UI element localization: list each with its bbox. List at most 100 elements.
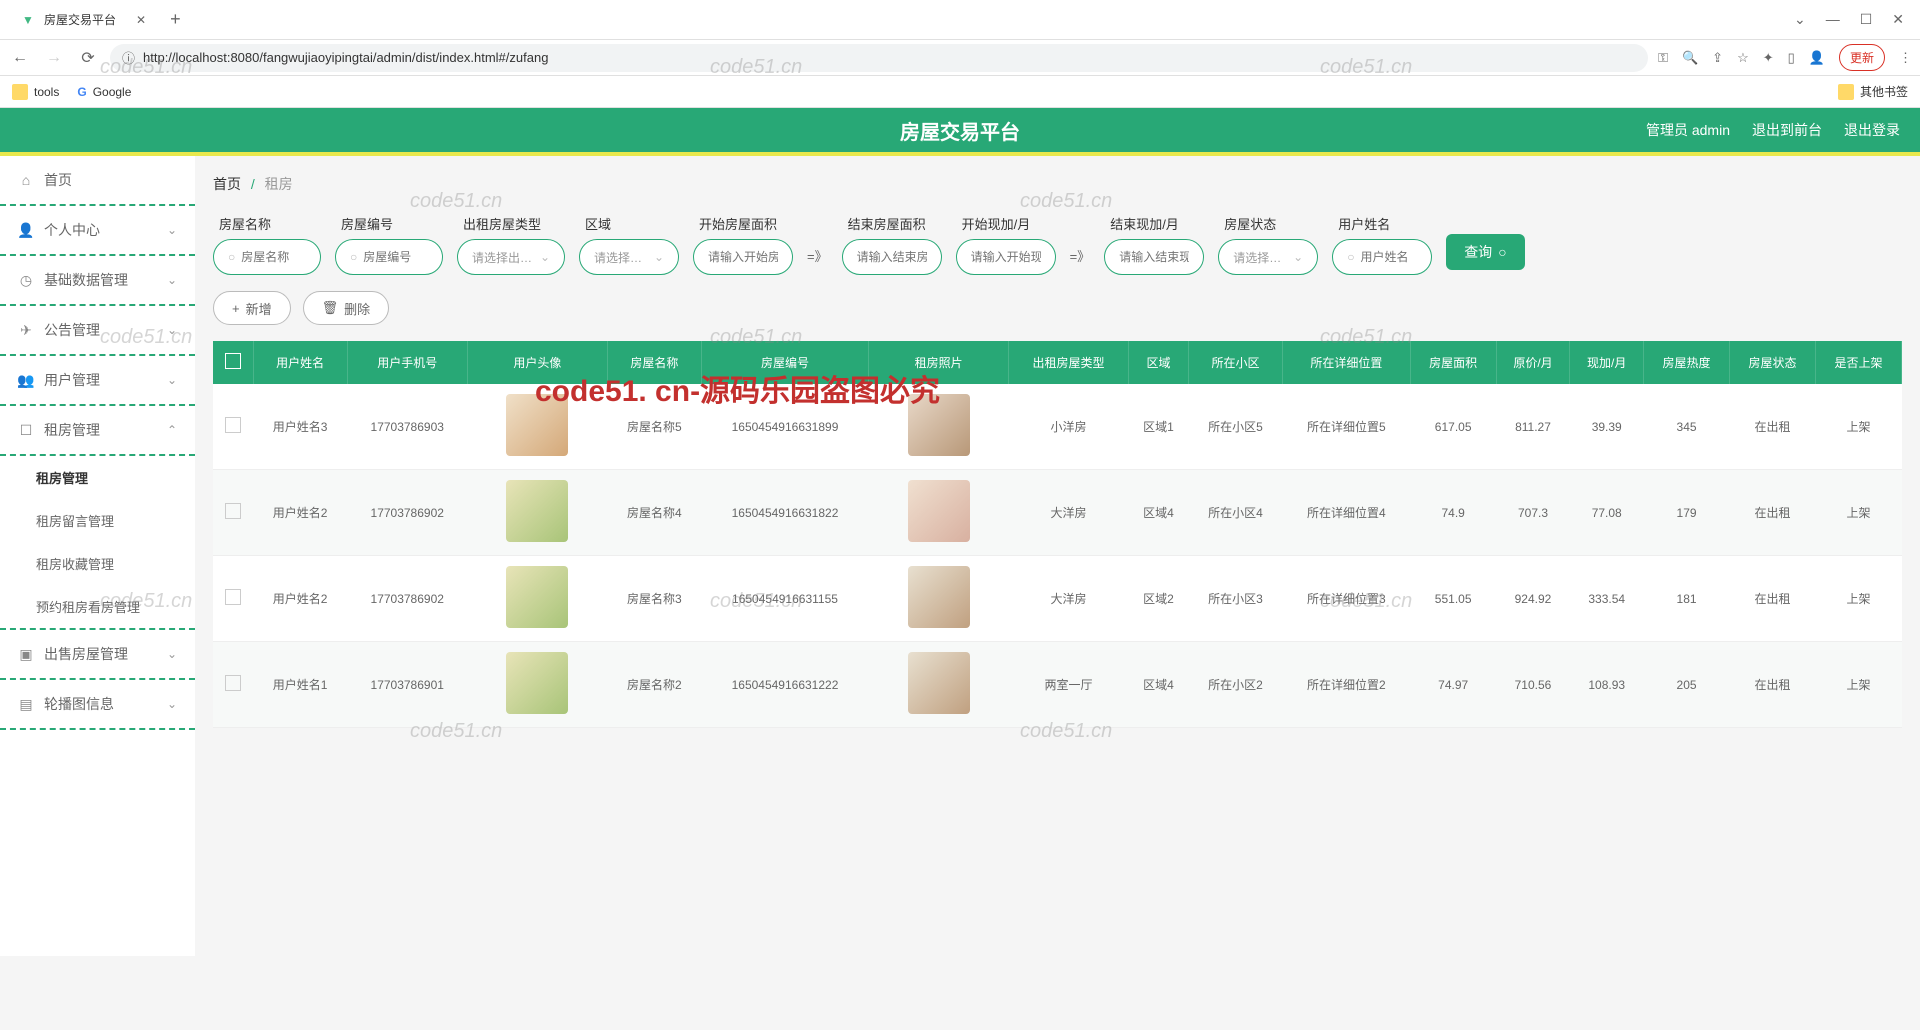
- query-button[interactable]: 查询○: [1446, 234, 1524, 270]
- sidebar-item-rent-manage[interactable]: 租房管理: [0, 456, 195, 499]
- exit-front-link[interactable]: 退出到前台: [1752, 120, 1822, 140]
- sidebar-item-basic-data[interactable]: ◷基础数据管理 ⌄: [0, 256, 195, 306]
- sidebar-item-notice[interactable]: ✈公告管理 ⌄: [0, 306, 195, 356]
- main-layout: ⌂首页 👤 个人中心 ⌄ ◷基础数据管理 ⌄ ✈公告管理 ⌄ 👥用户管理 ⌄ ☐租…: [0, 156, 1920, 956]
- end-price-input[interactable]: [1104, 239, 1204, 275]
- cell-house-name: 房屋名称4: [607, 470, 701, 556]
- button-label: 新增: [246, 299, 272, 318]
- col-avatar: 用户头像: [467, 341, 607, 384]
- share-icon[interactable]: ⇪: [1712, 50, 1723, 66]
- close-icon[interactable]: ✕: [136, 13, 146, 27]
- sidebar-item-rent[interactable]: ☐租房管理 ⌃: [0, 406, 195, 456]
- trash-icon: 🗑: [322, 300, 339, 316]
- reload-icon[interactable]: ⟳: [76, 48, 100, 68]
- row-checkbox[interactable]: [213, 556, 253, 642]
- maximize-icon[interactable]: ☐: [1860, 11, 1873, 28]
- label-user-name: 用户姓名: [1332, 214, 1432, 233]
- bookmark-google[interactable]: G Google: [77, 85, 131, 99]
- avatar-image: [506, 394, 568, 456]
- end-area-input[interactable]: [842, 239, 942, 275]
- chevron-down-icon[interactable]: ⌄: [1794, 11, 1806, 28]
- update-button[interactable]: 更新: [1839, 44, 1885, 71]
- row-checkbox[interactable]: [213, 470, 253, 556]
- sidebar-item-sale[interactable]: ▣出售房屋管理 ⌄: [0, 628, 195, 680]
- cell-cur-price: 39.39: [1570, 384, 1644, 470]
- cell-orig-price: 924.92: [1496, 556, 1570, 642]
- bookmark-tools[interactable]: tools: [12, 84, 59, 100]
- new-tab-icon[interactable]: +: [170, 9, 181, 30]
- exit-login-link[interactable]: 退出登录: [1844, 120, 1900, 140]
- cell-house-name: 房屋名称3: [607, 556, 701, 642]
- cell-avatar: [467, 384, 607, 470]
- cell-region: 区域2: [1128, 556, 1188, 642]
- cell-region: 区域4: [1128, 470, 1188, 556]
- forward-icon[interactable]: →: [42, 49, 66, 67]
- cell-cur-price: 77.08: [1570, 470, 1644, 556]
- start-area-input[interactable]: [693, 239, 793, 275]
- close-window-icon[interactable]: ✕: [1892, 11, 1904, 28]
- url-text: http://localhost:8080/fangwujiaoyipingta…: [143, 50, 548, 65]
- panel-icon[interactable]: ▯: [1788, 50, 1795, 66]
- cell-house-name: 房屋名称5: [607, 384, 701, 470]
- chevron-down-icon: ⌄: [167, 273, 177, 287]
- sidebar-item-personal[interactable]: 👤 个人中心 ⌄: [0, 206, 195, 256]
- chevron-down-icon: ⌄: [167, 223, 177, 237]
- monitor-icon: ▣: [18, 646, 34, 662]
- button-label: 查询: [1464, 242, 1492, 262]
- region-select[interactable]: 请选择区域⌄: [579, 239, 679, 275]
- checkbox-header[interactable]: [213, 341, 253, 384]
- key-icon[interactable]: ⚿: [1658, 50, 1668, 66]
- sidebar-item-users[interactable]: 👥用户管理 ⌄: [0, 356, 195, 406]
- cell-region: 区域4: [1128, 642, 1188, 728]
- user-name-input[interactable]: ○: [1332, 239, 1432, 275]
- house-no-input[interactable]: ○: [335, 239, 443, 275]
- sidebar-item-rent-message[interactable]: 租房留言管理: [0, 499, 195, 542]
- add-button[interactable]: +新增: [213, 291, 291, 325]
- house-name-input[interactable]: ○: [213, 239, 321, 275]
- house-photo: [908, 566, 970, 628]
- rent-type-select[interactable]: 请选择出租房屋类型⌄: [457, 239, 565, 275]
- delete-button[interactable]: 🗑删除: [303, 291, 390, 325]
- row-checkbox[interactable]: [213, 384, 253, 470]
- chevron-down-icon: ⌄: [540, 250, 550, 264]
- users-icon: 👥: [18, 372, 34, 388]
- table-header-row: 用户姓名 用户手机号 用户头像 房屋名称 房屋编号 租房照片 出租房屋类型 区域…: [213, 341, 1902, 384]
- profile-icon[interactable]: 👤: [1809, 50, 1825, 66]
- table-row: 用户姓名2 17703786902 房屋名称3 1650454916631155…: [213, 556, 1902, 642]
- row-checkbox[interactable]: [213, 642, 253, 728]
- cell-photo: [869, 384, 1009, 470]
- label-end-price: 结束现加/月: [1104, 214, 1204, 233]
- house-status-select[interactable]: 请选择房屋状态⌄: [1218, 239, 1318, 275]
- minimize-icon[interactable]: —: [1826, 11, 1840, 28]
- sidebar-item-rent-appointment[interactable]: 预约租房看房管理: [0, 585, 195, 628]
- breadcrumb-home[interactable]: 首页: [213, 176, 241, 192]
- browser-tab[interactable]: ▼ 房屋交易平台 ✕: [8, 4, 158, 36]
- back-icon[interactable]: ←: [8, 49, 32, 67]
- cell-status: 在出租: [1730, 556, 1816, 642]
- url-input[interactable]: ⓘ http://localhost:8080/fangwujiaoyiping…: [110, 44, 1648, 72]
- star-icon[interactable]: ☆: [1737, 50, 1749, 66]
- cell-house-name: 房屋名称2: [607, 642, 701, 728]
- filter-bar: 房屋名称○ 房屋编号○ 出租房屋类型请选择出租房屋类型⌄ 区域请选择区域⌄ 开始…: [213, 214, 1902, 275]
- bookmark-label: tools: [34, 85, 59, 99]
- sidebar-item-rent-favorite[interactable]: 租房收藏管理: [0, 542, 195, 585]
- start-price-input[interactable]: [956, 239, 1056, 275]
- label-region: 区域: [579, 214, 679, 233]
- cell-house-no: 1650454916631899: [701, 384, 868, 470]
- breadcrumb-sep: /: [251, 176, 255, 192]
- col-status: 房屋状态: [1730, 341, 1816, 384]
- label-rent-type: 出租房屋类型: [457, 214, 565, 233]
- zoom-icon[interactable]: 🔍: [1682, 50, 1698, 66]
- browser-tab-bar: ▼ 房屋交易平台 ✕ + ⌄ — ☐ ✕: [0, 0, 1920, 40]
- user-icon: 👤: [18, 222, 34, 238]
- sidebar-item-home[interactable]: ⌂首页: [0, 156, 195, 206]
- sidebar-item-label: 个人中心: [44, 220, 100, 240]
- menu-icon[interactable]: ⋮: [1899, 50, 1912, 66]
- cell-type: 两室一厅: [1009, 642, 1129, 728]
- avatar-image: [506, 652, 568, 714]
- bookmark-other[interactable]: 其他书签: [1838, 83, 1908, 100]
- sidebar-item-carousel[interactable]: ▤轮播图信息 ⌄: [0, 680, 195, 730]
- chevron-down-icon: ⌄: [167, 697, 177, 711]
- extensions-icon[interactable]: ✦: [1763, 50, 1774, 66]
- col-cur-price: 现加/月: [1570, 341, 1644, 384]
